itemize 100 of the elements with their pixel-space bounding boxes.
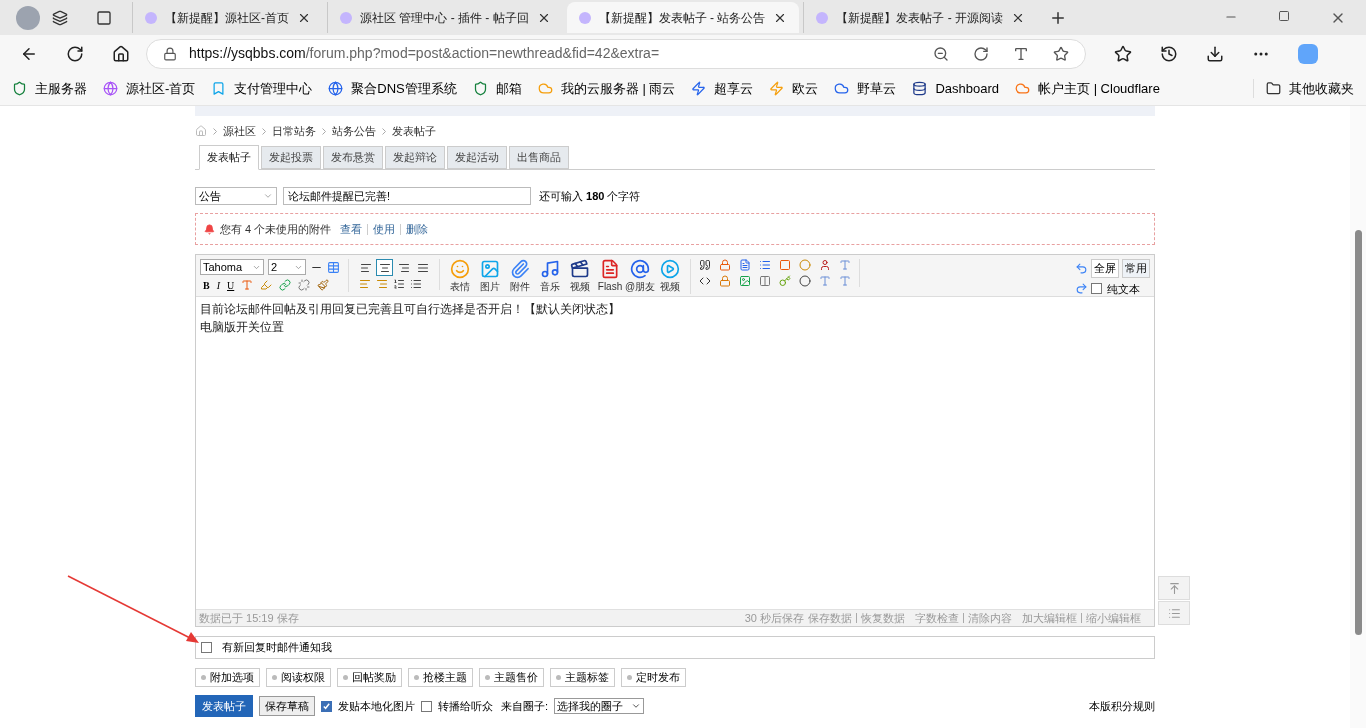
browser-tab[interactable]: 【新提醒】发表帖子 - 开源阅读 (803, 2, 1037, 33)
brush-icon[interactable] (317, 279, 330, 291)
media-button[interactable]: Flash (598, 259, 622, 294)
breadcrumb-link[interactable]: 站务公告 (332, 122, 376, 140)
undo-icon[interactable] (1075, 261, 1088, 275)
plain-text-checkbox[interactable] (1091, 283, 1102, 295)
bookmark-item[interactable]: 其他收藏夹 (1253, 78, 1354, 99)
bookmark-item[interactable]: 主服务器 (12, 78, 87, 99)
common-button[interactable]: 常用 (1122, 259, 1150, 278)
checkbox-label: 纯文本 (1107, 281, 1140, 297)
option-button[interactable]: 主题标签 (550, 668, 615, 687)
post-type-tab[interactable]: 发布悬赏 (323, 146, 383, 169)
subject-field[interactable]: 论坛邮件提醒已完善! (283, 187, 531, 205)
disc-icon[interactable] (799, 275, 811, 287)
post-type-tab[interactable]: 发起辩论 (385, 146, 445, 169)
list-icon[interactable] (759, 259, 771, 271)
submit-button[interactable]: 发表帖子 (195, 695, 253, 717)
breadcrumb-link[interactable]: 日常站务 (272, 122, 316, 140)
bookmark-item[interactable]: 超享云 (691, 78, 754, 99)
collections-icon[interactable] (52, 9, 68, 26)
format-button[interactable]: U (227, 277, 235, 293)
bookmark-item[interactable]: 我的云服务器 | 雨云 (537, 78, 676, 99)
star-icon[interactable] (1053, 45, 1069, 62)
format-button[interactable]: B (203, 277, 210, 293)
zoom-out-icon[interactable] (933, 45, 949, 62)
redo-icon[interactable] (1075, 282, 1088, 296)
browser-tab[interactable]: 源社区 管理中心 - 插件 - 帖子回 (327, 2, 563, 33)
lock-icon[interactable] (163, 46, 177, 61)
post-type-tab[interactable]: 发起投票 (261, 146, 321, 169)
address-bar[interactable]: https://ysqbbs.com/forum.php?mod=post&action=newthread&fid=42&extra= (146, 38, 1086, 69)
quote-icon[interactable] (699, 259, 711, 271)
highlighter-icon[interactable] (260, 279, 273, 291)
scrollbar[interactable] (1350, 106, 1366, 728)
float-right-icon[interactable] (376, 278, 388, 290)
circle-select[interactable]: 选择我的圈子 (554, 698, 645, 714)
code-icon[interactable] (699, 275, 711, 287)
bookmark-item[interactable]: 帐户主页 | Cloudflare (1015, 78, 1160, 99)
rules-link[interactable]: 本版积分规则 (1089, 697, 1155, 715)
fullscreen-button[interactable]: 全屏 (1091, 259, 1119, 278)
option-button[interactable]: 定时发布 (621, 668, 686, 687)
option-checkbox[interactable] (321, 700, 332, 712)
format-button[interactable]: I (216, 277, 220, 293)
option-checkbox[interactable] (421, 700, 432, 712)
unordered-list-icon[interactable] (410, 278, 422, 290)
page-icon[interactable] (739, 259, 751, 271)
link-icon[interactable] (279, 279, 292, 291)
media-button[interactable]: 附件 (508, 259, 532, 294)
media-button[interactable]: 音乐 (538, 259, 562, 294)
key-icon[interactable] (779, 275, 791, 287)
size-select[interactable]: 2 (268, 259, 306, 275)
bookmark-item[interactable]: 聚合DNS管理系统 (328, 78, 457, 99)
media-button[interactable]: 视频 (568, 259, 592, 294)
lock-icon[interactable] (719, 259, 731, 271)
refresh-icon[interactable] (973, 45, 989, 62)
type-select[interactable]: 公告 (195, 187, 277, 205)
bookmark-item[interactable]: 邮箱 (472, 78, 522, 99)
favorites-icon[interactable] (1114, 44, 1132, 63)
font-select[interactable]: Tahoma (200, 259, 264, 275)
save-draft-button[interactable]: 保存草稿 (259, 696, 315, 716)
option-button[interactable]: 附加选项 (195, 668, 260, 687)
download-icon[interactable] (1206, 44, 1224, 63)
restore-icon[interactable] (1278, 9, 1290, 22)
globe-icon (103, 81, 118, 96)
breadcrumb-link[interactable]: 发表帖子 (392, 122, 436, 140)
image-icon[interactable] (739, 275, 751, 287)
align-button[interactable] (376, 259, 393, 276)
media-button[interactable]: 图片 (478, 259, 502, 294)
home-icon[interactable] (112, 44, 130, 63)
tab-panel-icon[interactable] (96, 9, 112, 26)
email-notify-checkbox[interactable] (201, 642, 212, 653)
notice-link[interactable]: 删除 (406, 220, 429, 238)
post-type-tab[interactable]: 发表帖子 (199, 145, 259, 170)
bookmark-item[interactable]: 支付管理中心 (211, 78, 313, 99)
option-button[interactable]: 抢楼主题 (408, 668, 473, 687)
text-color-icon[interactable] (241, 279, 254, 291)
columns-icon[interactable] (759, 275, 771, 287)
option-button[interactable]: 阅读权限 (266, 668, 331, 687)
option-button[interactable]: 主题售价 (479, 668, 544, 687)
notice-link[interactable]: 查看 (340, 220, 363, 238)
browser-tab[interactable]: 【新提醒】发表帖子 - 站务公告 (566, 2, 800, 33)
bookmark-item[interactable]: Dashboard (912, 78, 999, 99)
refresh-icon[interactable] (66, 44, 84, 63)
breadcrumb-link[interactable]: 源社区 (223, 122, 256, 140)
bookmark-item[interactable]: 野草云 (834, 78, 897, 99)
shield-icon (472, 81, 488, 96)
post-type-tab[interactable]: 出售商品 (509, 146, 569, 169)
unlink-icon[interactable] (298, 279, 311, 291)
option-button[interactable]: 回帖奖励 (337, 668, 402, 687)
float-left-icon[interactable] (359, 278, 371, 290)
notice-text: 您有 4 个未使用的附件 (220, 221, 332, 237)
history-icon[interactable] (1160, 44, 1178, 63)
browser-tab[interactable]: 【新提醒】源社区-首页 (132, 2, 323, 33)
notice-link[interactable]: 使用 (373, 220, 396, 238)
media-button[interactable]: 表情 (448, 259, 472, 294)
frame-icon[interactable] (779, 259, 791, 271)
bookmark-item[interactable]: 源社区-首页 (103, 78, 196, 99)
bookmark-item[interactable]: 欧云 (769, 78, 819, 99)
ordered-list-icon[interactable] (393, 278, 405, 290)
post-type-tab[interactable]: 发起活动 (447, 146, 507, 169)
media-button[interactable]: 视频 (658, 259, 682, 294)
